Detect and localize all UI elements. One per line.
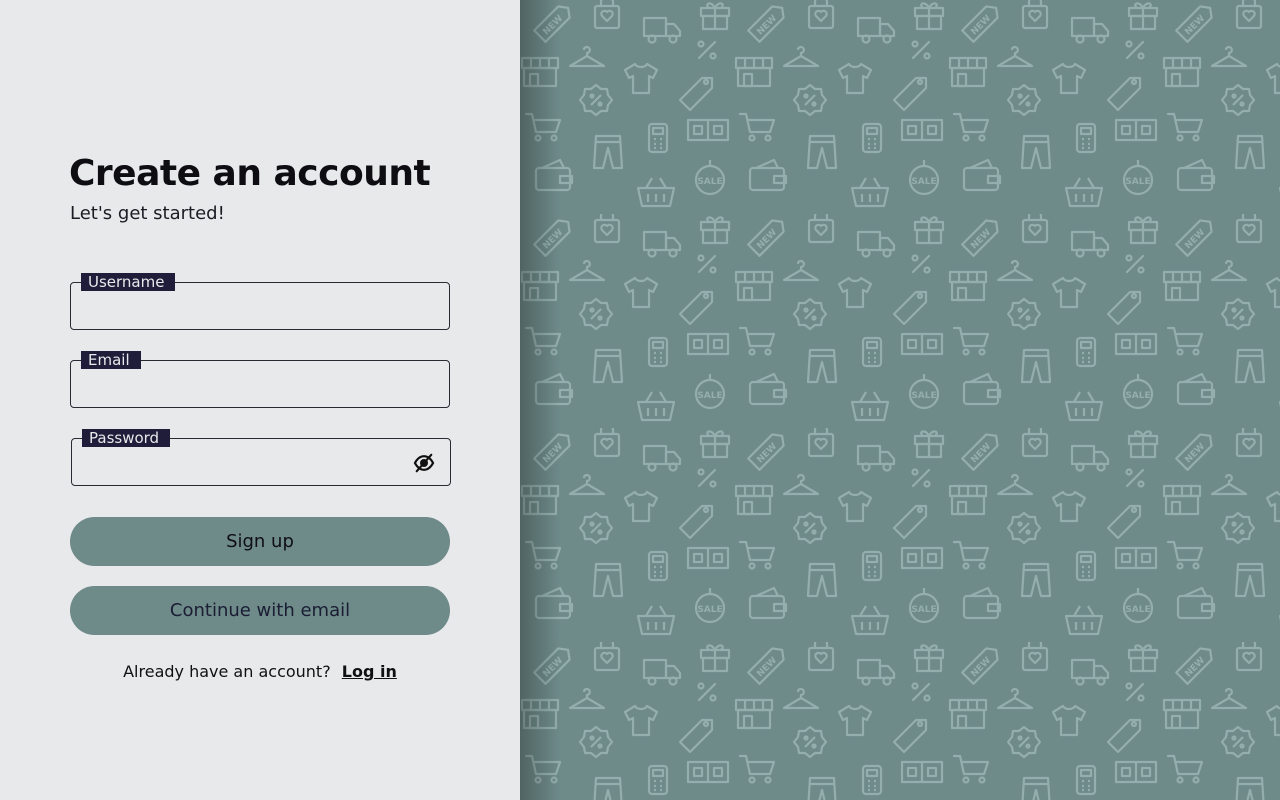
signup-panel: Create an account Let's get started! Use… [0,0,520,800]
log-in-link[interactable]: Log in [342,662,397,681]
page-title: Create an account [69,153,431,194]
password-label: Password [82,429,171,447]
password-field[interactable]: Password [71,429,451,486]
login-prompt-text: Already have an account? [123,662,331,681]
sign-up-button[interactable]: Sign up [70,517,450,566]
eye-off-icon[interactable] [413,453,435,473]
username-field[interactable]: Username [70,273,450,330]
shopping-icons-pattern: SALE [520,0,1280,800]
login-prompt-row: Already have an account? Log in [0,661,520,683]
continue-with-email-button[interactable]: Continue with email [70,586,450,635]
username-label: Username [81,273,176,291]
email-label: Email [81,351,141,369]
page-subtitle: Let's get started! [70,203,225,224]
decorative-pattern-panel: SALE [520,0,1280,800]
email-field[interactable]: Email [70,351,450,408]
